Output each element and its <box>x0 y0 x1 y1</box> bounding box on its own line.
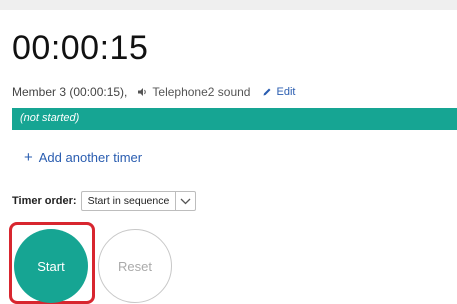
add-timer-button[interactable]: + Add another timer <box>24 148 143 166</box>
timer-progress-bar: (not started) <box>12 108 457 130</box>
timer-order-row: Timer order: Start in sequence <box>12 191 197 211</box>
plus-icon: + <box>24 148 33 166</box>
add-timer-label: Add another timer <box>38 150 143 165</box>
edit-link[interactable]: Edit <box>276 86 295 98</box>
member-label: Member 3 (00:00:15), <box>12 85 128 99</box>
pencil-icon[interactable] <box>262 87 272 97</box>
timer-info-row: Member 3 (00:00:15), Telephone2 sound Ed… <box>12 83 295 101</box>
chevron-down-icon[interactable] <box>175 192 195 210</box>
timer-order-label: Timer order: <box>12 195 77 207</box>
timer-order-select[interactable]: Start in sequence <box>80 191 197 211</box>
reset-button[interactable]: Reset <box>98 229 172 303</box>
timer-status: (not started) <box>20 112 80 124</box>
speaker-icon <box>137 87 148 97</box>
timer-display: 00:00:15 <box>12 29 149 67</box>
sound-label: Telephone2 sound <box>152 85 251 99</box>
start-button[interactable]: Start <box>14 229 88 303</box>
timer-order-value: Start in sequence <box>87 195 170 207</box>
